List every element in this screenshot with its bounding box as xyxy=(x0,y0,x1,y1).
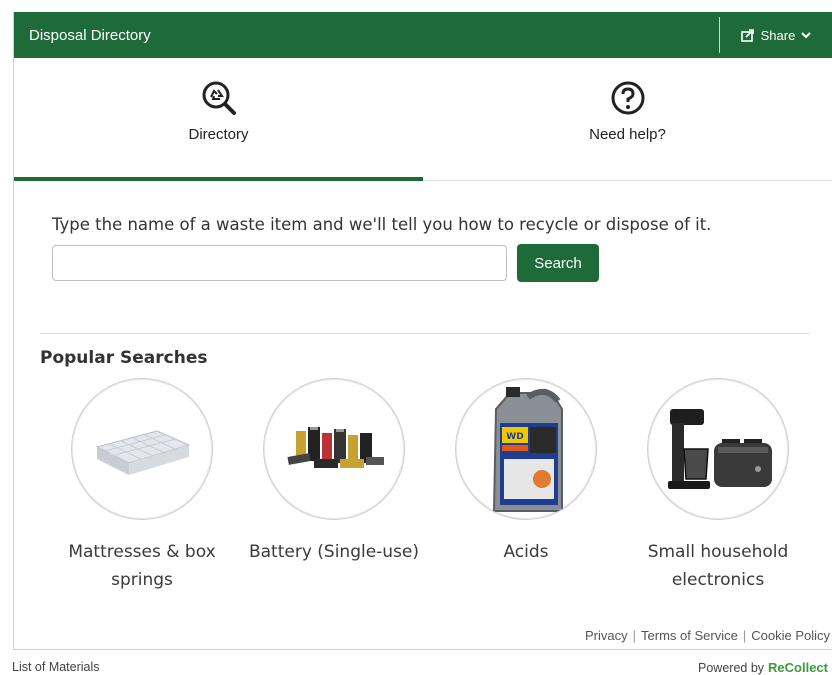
coffee-maker-toaster-image xyxy=(647,378,789,520)
section-divider xyxy=(40,333,810,334)
popular-item-battery[interactable]: Battery (Single-use) xyxy=(238,378,430,566)
popular-item-label: Acids xyxy=(503,542,549,562)
chevron-down-icon xyxy=(801,31,812,39)
search-row: Search xyxy=(52,244,832,282)
popular-item-small-electronics[interactable]: Small household electronics xyxy=(622,378,814,594)
popular-searches-heading: Popular Searches xyxy=(40,348,208,368)
recollect-logo[interactable]: ReCollect xyxy=(768,660,828,675)
question-circle-icon xyxy=(610,78,646,118)
disposal-directory-widget: Disposal Directory Share Directory Need … xyxy=(13,12,832,650)
popular-item-mattresses[interactable]: Mattresses & box springs xyxy=(46,378,238,594)
powered-by: Powered by ReCollect xyxy=(698,660,828,675)
cookie-policy-link[interactable]: Cookie Policy xyxy=(751,628,830,643)
widget-title: Disposal Directory xyxy=(29,26,151,44)
powered-by-label: Powered by xyxy=(698,660,765,675)
search-input[interactable] xyxy=(52,245,507,281)
legal-separator: | xyxy=(742,628,747,643)
tab-directory-label: Directory xyxy=(188,126,249,143)
legal-links: Privacy | Terms of Service | Cookie Policy xyxy=(585,628,830,643)
batteries-image xyxy=(263,378,405,520)
search-prompt: Type the name of a waste item and we'll … xyxy=(52,215,712,234)
legal-separator: | xyxy=(632,628,637,643)
popular-item-label: Mattresses & box springs xyxy=(68,542,216,590)
share-label: Share xyxy=(760,27,796,43)
share-icon xyxy=(740,28,755,42)
privacy-link[interactable]: Privacy xyxy=(585,628,628,643)
tab-need-help-label: Need help? xyxy=(589,126,666,143)
tab-need-help[interactable]: Need help? xyxy=(423,58,832,180)
popular-item-label: Battery (Single-use) xyxy=(248,542,420,562)
share-button[interactable]: Share xyxy=(720,12,832,58)
tab-directory[interactable]: Directory xyxy=(14,58,423,181)
popular-item-label: Small household electronics xyxy=(647,542,789,590)
widget-header: Disposal Directory Share xyxy=(14,12,832,58)
tab-bar: Directory Need help? xyxy=(14,58,832,181)
search-button[interactable]: Search xyxy=(517,244,599,282)
recycle-search-icon xyxy=(199,78,239,118)
terms-link[interactable]: Terms of Service xyxy=(641,628,738,643)
mattress-image xyxy=(71,378,213,520)
svg-text:WD: WD xyxy=(506,432,523,442)
popular-item-acids[interactable]: WD Acids xyxy=(430,378,622,566)
wd40-jug-image: WD xyxy=(455,378,597,520)
list-of-materials-link[interactable]: List of Materials xyxy=(12,660,100,674)
search-section: Type the name of a waste item and we'll … xyxy=(14,181,832,293)
